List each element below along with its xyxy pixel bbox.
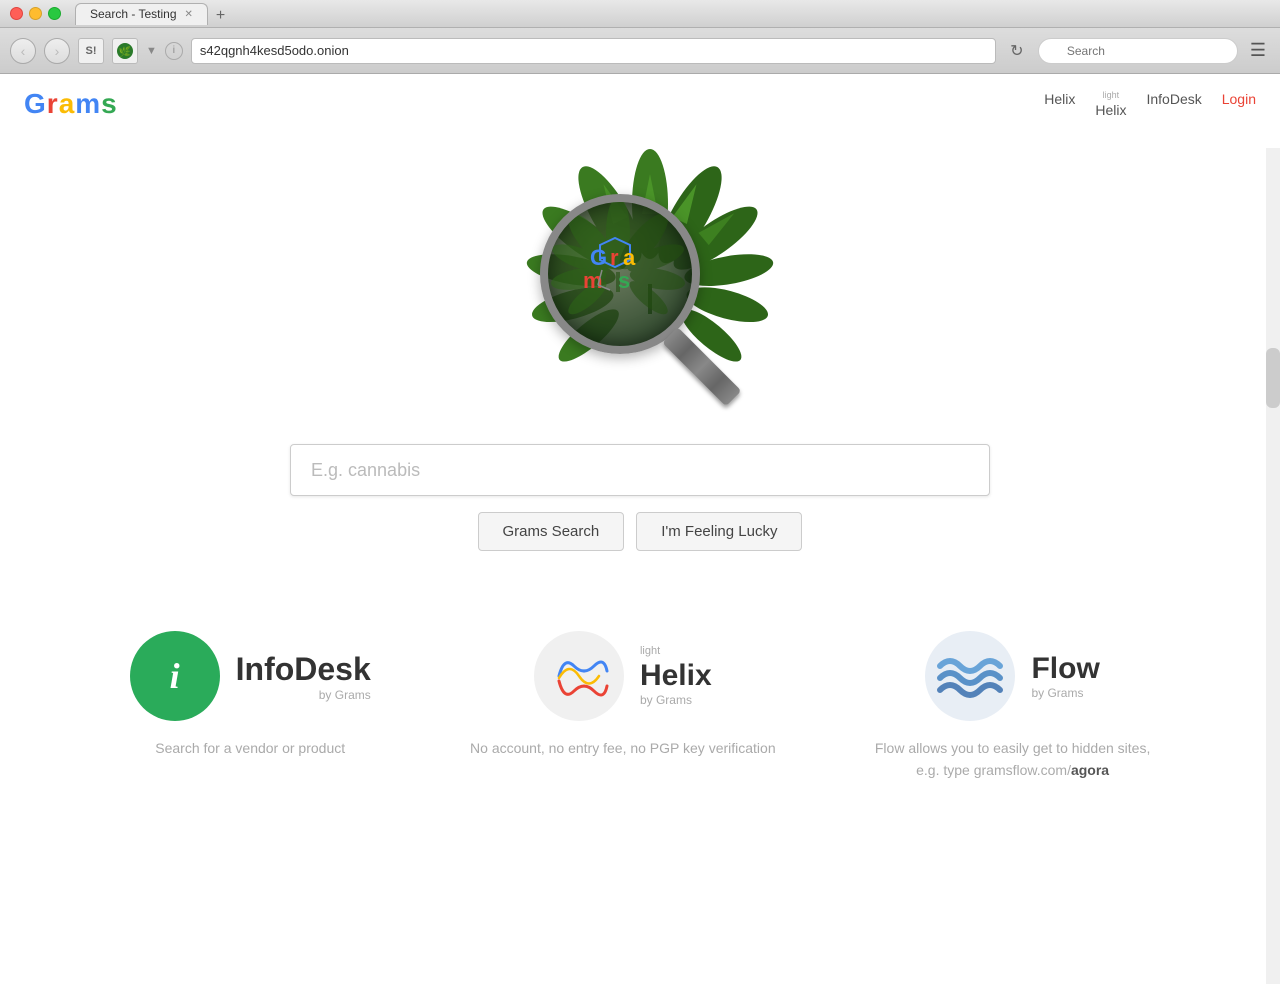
nav-helix-light-wrapper: light Helix <box>1095 91 1126 118</box>
back-button[interactable]: ‹ <box>10 38 36 64</box>
helix-name: Helix <box>640 659 712 693</box>
logo-letter-a: a <box>59 88 76 119</box>
main-search-area: Grams Search I'm Feeling Lucky <box>290 444 990 551</box>
helix-icon-svg <box>549 646 609 706</box>
flow-name: Flow <box>1031 652 1099 686</box>
infodesk-name-part1: Info <box>236 651 295 687</box>
tab-close-icon[interactable]: ✕ <box>185 9 193 20</box>
search-buttons: Grams Search I'm Feeling Lucky <box>478 512 803 551</box>
new-tab-button[interactable]: + <box>212 7 229 25</box>
tab-title: Search - Testing <box>90 7 177 21</box>
helix-light-label: light <box>640 645 660 657</box>
main-search-input[interactable] <box>290 444 990 496</box>
lucky-button[interactable]: I'm Feeling Lucky <box>636 512 802 551</box>
site-logo[interactable]: Grams <box>24 88 118 120</box>
infodesk-label: InfoDesk <box>236 651 371 688</box>
logo-letter-G: G <box>24 88 47 119</box>
flow-icon-svg <box>935 646 1005 706</box>
infodesk-desc: Search for a vendor or product <box>155 737 345 759</box>
reload-button[interactable]: ↻ <box>1004 38 1030 64</box>
flow-desc: Flow allows you to easily get to hidden … <box>875 737 1150 782</box>
infodesk-icon: i <box>130 631 220 721</box>
hero-logo-image: G r a m s <box>480 154 800 424</box>
forward-button[interactable]: › <box>44 38 70 64</box>
infodesk-icon-letter: i <box>170 655 180 697</box>
nav-helix-light-superscript: light <box>1103 91 1120 100</box>
maximize-button[interactable] <box>48 7 61 20</box>
flow-agora-link[interactable]: agora <box>1071 762 1109 778</box>
helix-by-grams: by Grams <box>640 693 692 707</box>
infodesk-product: i InfoDesk by Grams Search for a vendor … <box>130 631 371 759</box>
helix-icon-row: light Helix by Grams <box>534 631 712 721</box>
tab-area: Search - Testing ✕ + <box>75 3 1270 25</box>
mag-inner-text: G r a m s <box>560 230 680 318</box>
active-tab[interactable]: Search - Testing ✕ <box>75 3 208 25</box>
helix-product: light Helix by Grams No account, no entr… <box>470 631 776 759</box>
nav-helix-link[interactable]: Helix <box>1044 91 1075 107</box>
flow-icon-row: Flow by Grams <box>925 631 1099 721</box>
info-button[interactable]: i <box>165 42 183 60</box>
svg-text:G: G <box>590 245 607 270</box>
nav-links: Helix light Helix InfoDesk Login <box>1044 91 1256 118</box>
window-controls <box>10 7 61 20</box>
flow-product: Flow by Grams Flow allows you to easily … <box>875 631 1150 782</box>
url-bar[interactable] <box>191 38 996 64</box>
svg-text:s: s <box>618 268 630 293</box>
close-button[interactable] <box>10 7 23 20</box>
svg-text:r: r <box>610 245 619 270</box>
helix-desc: No account, no entry fee, no PGP key ver… <box>470 737 776 759</box>
infodesk-by-grams: by Grams <box>236 688 371 702</box>
browser-search-input[interactable] <box>1038 38 1238 64</box>
title-bar: Search - Testing ✕ + <box>0 0 1280 28</box>
minimize-button[interactable] <box>29 7 42 20</box>
infodesk-label-wrapper: InfoDesk by Grams <box>236 651 371 702</box>
menu-button[interactable]: ☰ <box>1246 36 1270 65</box>
extension-arrow: ▼ <box>146 45 157 57</box>
grams-search-button[interactable]: Grams Search <box>478 512 625 551</box>
nav-helix-light-link[interactable]: Helix <box>1095 102 1126 118</box>
svg-text:🌿: 🌿 <box>119 45 131 58</box>
infodesk-icon-row: i InfoDesk by Grams <box>130 631 371 721</box>
flow-by-grams: by Grams <box>1031 686 1083 700</box>
nav-infodesk-link[interactable]: InfoDesk <box>1146 91 1201 107</box>
bottom-products-section: i InfoDesk by Grams Search for a vendor … <box>0 591 1280 842</box>
helix-label-wrapper: light Helix by Grams <box>640 645 712 707</box>
flow-icon-bg <box>925 631 1015 721</box>
logo-letter-m: m <box>75 88 101 119</box>
browser-chrome: ‹ › S! 🌿 ▼ i ↻ 🔍 ☰ <box>0 28 1280 74</box>
nav-login-link[interactable]: Login <box>1222 91 1256 107</box>
logo-letter-r: r <box>47 88 59 119</box>
svg-text:a: a <box>623 245 636 270</box>
page-content: Grams Helix light Helix InfoDesk Login <box>0 74 1280 910</box>
infodesk-name-part2: Desk <box>294 651 371 687</box>
extension-s-icon[interactable]: S! <box>78 38 104 64</box>
scrollbar-thumb[interactable] <box>1266 348 1280 408</box>
magnifying-glass: G r a m s <box>540 194 740 394</box>
hero-section: G r a m s <box>0 134 1280 591</box>
logo-letter-s: s <box>101 88 118 119</box>
browser-search-wrapper: 🔍 <box>1038 38 1238 64</box>
page-header: Grams Helix light Helix InfoDesk Login <box>0 74 1280 134</box>
helix-icon-bg <box>534 631 624 721</box>
flow-label-wrapper: Flow by Grams <box>1031 652 1099 700</box>
extension-leaf-icon[interactable]: 🌿 <box>112 38 138 64</box>
scrollbar[interactable] <box>1266 148 1280 984</box>
